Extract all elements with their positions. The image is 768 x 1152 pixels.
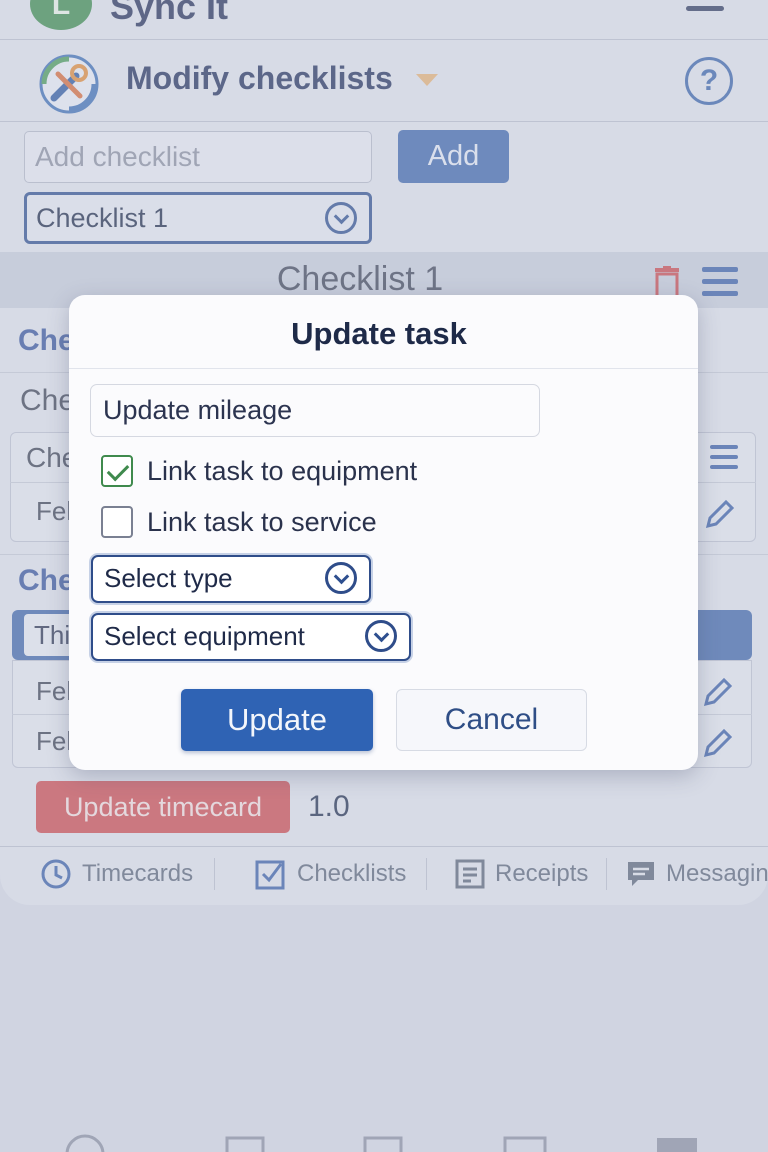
cancel-button[interactable]: Cancel xyxy=(396,689,587,751)
dialog-title: Update task xyxy=(291,316,467,351)
chevron-down-icon xyxy=(365,620,397,652)
update-button[interactable]: Update xyxy=(181,689,373,751)
divider xyxy=(69,368,698,369)
select-equipment-dropdown[interactable]: Select equipment xyxy=(91,613,411,661)
select-equipment-value: Select equipment xyxy=(104,621,305,651)
task-name-input[interactable] xyxy=(90,384,540,437)
chevron-down-icon xyxy=(325,562,357,594)
checkbox-unchecked-icon[interactable] xyxy=(101,506,133,538)
checkbox-checked-icon[interactable] xyxy=(101,455,133,487)
link-equipment-checkbox-row[interactable]: Link task to equipment xyxy=(101,455,417,487)
select-type-value: Select type xyxy=(104,563,233,593)
link-service-label: Link task to service xyxy=(147,506,377,537)
link-service-checkbox-row[interactable]: Link task to service xyxy=(101,506,377,538)
link-equipment-label: Link task to equipment xyxy=(147,455,418,486)
select-type-dropdown[interactable]: Select type xyxy=(91,555,371,603)
